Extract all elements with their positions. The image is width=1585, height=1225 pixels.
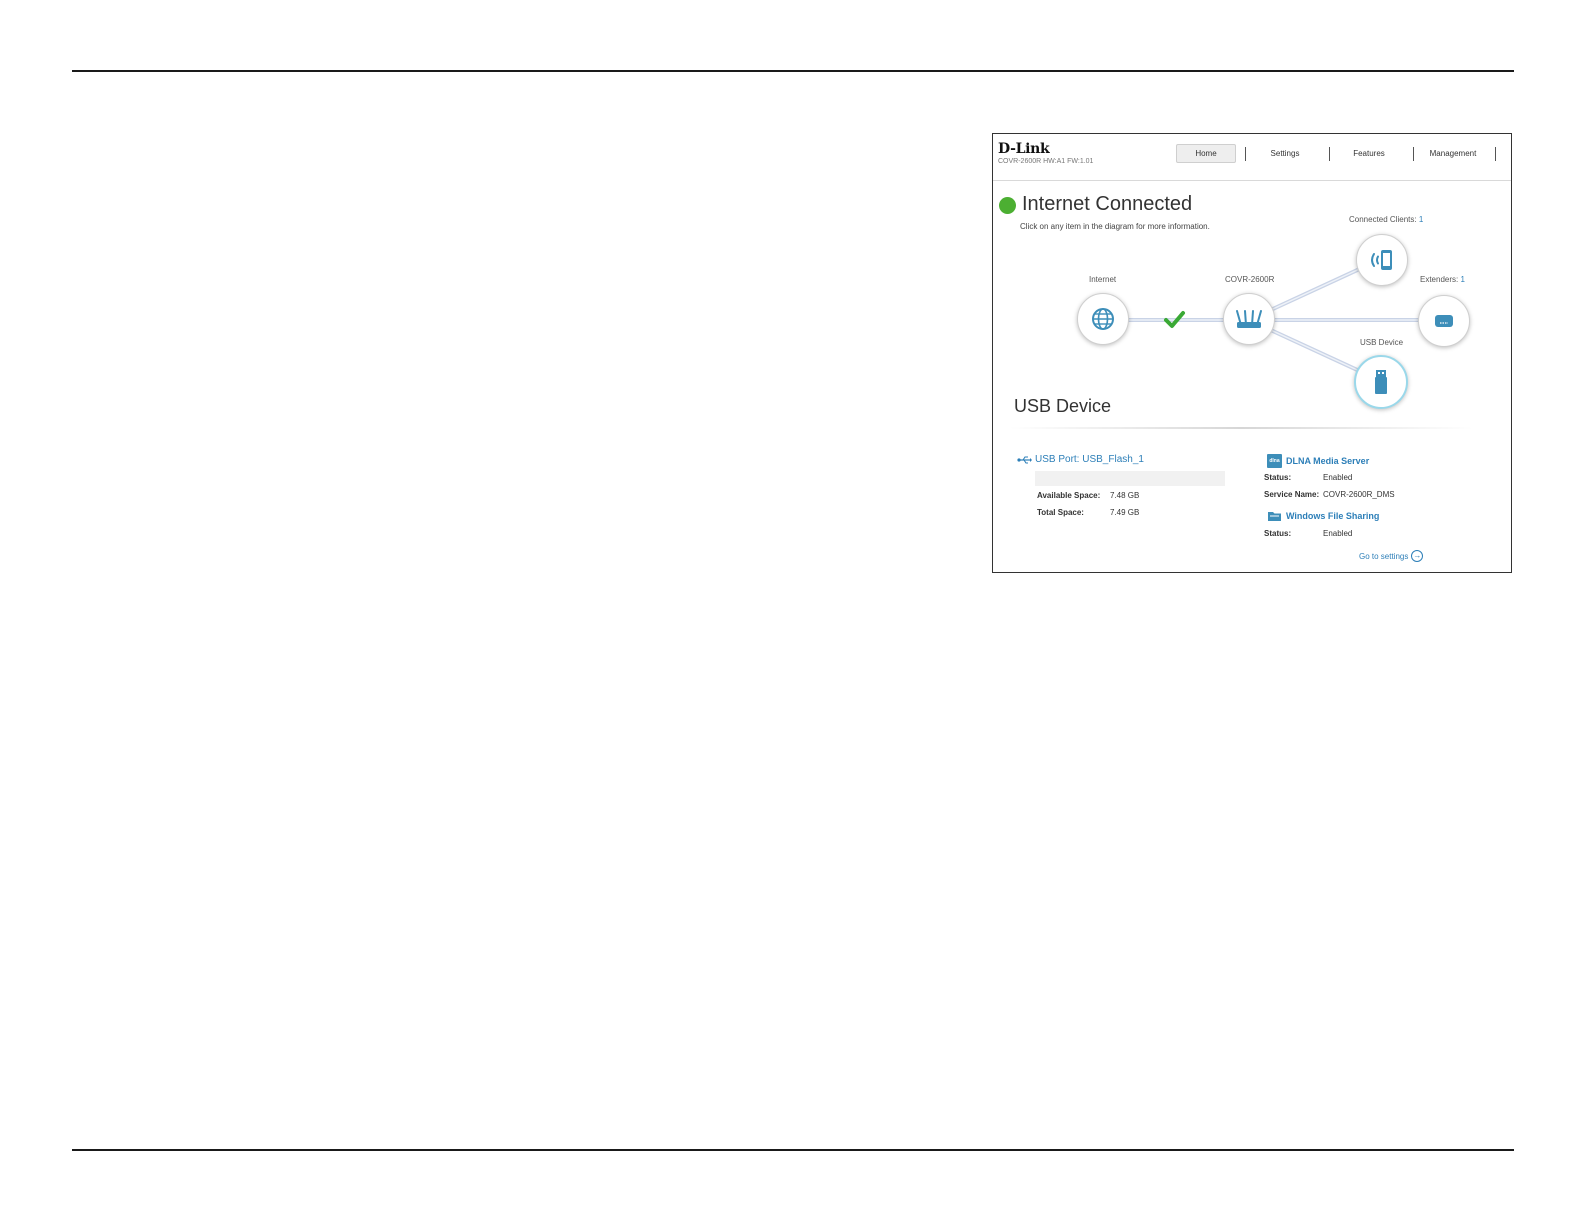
internet-label: Internet [1089, 275, 1117, 284]
usb-usage-bar [1035, 471, 1225, 486]
total-space-value: 7.49 GB [1110, 508, 1140, 517]
wfs-status-value: Enabled [1323, 529, 1353, 538]
extender-icon [1435, 315, 1453, 327]
windows-file-sharing-link[interactable]: Windows File Sharing [1267, 510, 1379, 522]
usb-section-title: USB Device [1014, 396, 1112, 416]
go-to-settings-link[interactable]: Go to settings → [1359, 550, 1424, 562]
dlna-status-label: Status: [1264, 473, 1292, 482]
arrow-right-circle-icon: → [1411, 550, 1424, 562]
section-divider [1010, 427, 1473, 429]
internet-node[interactable] [1077, 293, 1129, 345]
wfs-title: Windows File Sharing [1286, 511, 1380, 521]
router-label: COVR-2600R [1225, 275, 1275, 284]
router-node[interactable] [1223, 293, 1275, 345]
router-ui-screenshot: D-Link COVR-2600R HW:A1 FW:1.01 Home Set… [992, 133, 1512, 573]
extenders-node[interactable] [1418, 295, 1470, 347]
network-diagram-lines [1103, 258, 1441, 382]
dlna-media-server-link[interactable]: dlna DLNA Media Server [1267, 454, 1369, 468]
usb-port-label: USB Port: USB_Flash_1 [1035, 454, 1144, 465]
dlna-title: DLNA Media Server [1286, 456, 1370, 466]
total-space-label: Total Space: [1037, 508, 1084, 517]
usb-port-link[interactable]: USB Port: USB_Flash_1 [1017, 454, 1144, 465]
extenders-text: Extenders: [1420, 275, 1459, 284]
folder-share-icon [1268, 512, 1281, 521]
dlna-icon: dlna [1267, 454, 1282, 468]
usb-drive-icon [1375, 370, 1387, 394]
go-to-settings-label: Go to settings [1359, 551, 1409, 561]
connected-clients-label: Connected Clients: 1 [1349, 215, 1423, 224]
dlna-service-name-value: COVR-2600R_DMS [1323, 490, 1395, 499]
usb-device-node[interactable] [1354, 355, 1408, 409]
usb-device-label: USB Device [1360, 338, 1404, 347]
top-rule [72, 70, 1514, 72]
connected-clients-text: Connected Clients: [1349, 215, 1417, 224]
wireless-device-icon [1371, 250, 1392, 270]
dlna-status-value: Enabled [1323, 473, 1353, 482]
dlna-service-name-label: Service Name: [1264, 490, 1320, 499]
bottom-rule [72, 1149, 1514, 1151]
extenders-count: 1 [1460, 275, 1465, 284]
wfs-status-label: Status: [1264, 529, 1292, 538]
connected-clients-node[interactable] [1356, 234, 1408, 286]
available-space-value: 7.48 GB [1110, 491, 1140, 500]
connected-clients-count: 1 [1418, 215, 1424, 224]
usb-symbol-icon [1017, 455, 1032, 464]
router-icon [1236, 310, 1262, 328]
globe-icon [1092, 308, 1114, 330]
extenders-label: Extenders: 1 [1420, 275, 1465, 284]
available-space-label: Available Space: [1037, 491, 1101, 500]
